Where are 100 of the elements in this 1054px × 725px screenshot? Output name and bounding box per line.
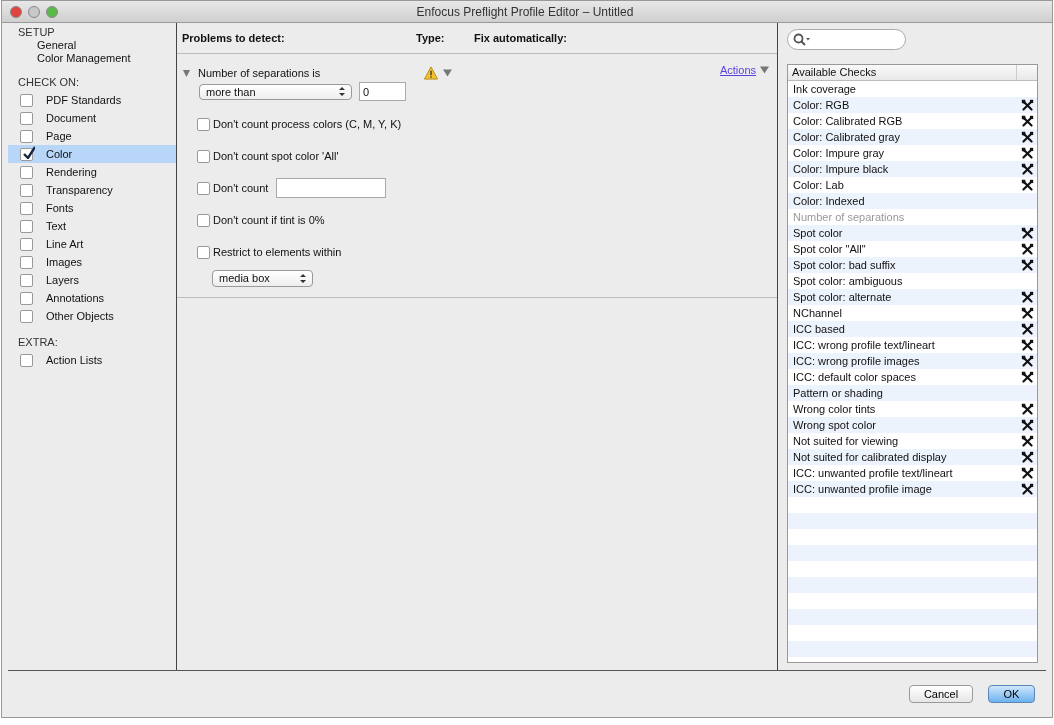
caret-icon — [760, 66, 769, 74]
sidebar-item[interactable]: Color Management — [8, 52, 176, 65]
count-field[interactable]: 0 — [359, 82, 406, 101]
checkbox[interactable] — [20, 111, 33, 125]
check-row[interactable]: ICC based — [788, 321, 1037, 337]
check-row[interactable]: ICC: wrong profile images — [788, 353, 1037, 369]
check-row[interactable]: NChannel — [788, 305, 1037, 321]
checkbox[interactable] — [20, 291, 33, 305]
checkbox[interactable] — [20, 147, 33, 161]
check-name: Wrong color tints — [793, 403, 877, 415]
checkbox[interactable] — [197, 181, 210, 195]
checkbox[interactable] — [197, 149, 210, 163]
check-row[interactable]: Color: Calibrated RGB — [788, 113, 1037, 129]
actions-link[interactable]: Actions — [719, 64, 756, 76]
item-label: Page — [46, 130, 72, 142]
checkbox[interactable] — [20, 255, 33, 269]
check-row[interactable]: Color: Impure gray — [788, 145, 1037, 161]
section-heading: SETUP — [17, 26, 56, 39]
item-label: PDF Standards — [46, 94, 122, 106]
sidebar-item[interactable]: Page — [8, 127, 176, 145]
check-row[interactable]: Spot color — [788, 225, 1037, 241]
check-name: Spot color: alternate — [793, 291, 893, 303]
close-button[interactable] — [10, 5, 22, 18]
search-field[interactable] — [787, 29, 906, 50]
sidebar-item[interactable]: Other Objects — [8, 307, 176, 325]
check-row[interactable]: Spot color: ambiguous — [788, 273, 1037, 289]
ok-button[interactable]: OK — [988, 685, 1035, 703]
check-row[interactable]: Color: Impure black — [788, 161, 1037, 177]
checkbox[interactable] — [197, 245, 210, 259]
sidebar-item[interactable]: Color — [8, 145, 176, 163]
check-row[interactable]: ICC: wrong profile text/lineart — [788, 337, 1037, 353]
section-heading: CHECK ON: — [17, 76, 81, 89]
sidebar-item[interactable]: Line Art — [8, 235, 176, 253]
checkbox[interactable] — [20, 129, 33, 143]
sidebar-item[interactable]: Text — [8, 217, 176, 235]
column-header: Fix automatically: — [474, 32, 567, 44]
check-row[interactable]: Wrong color tints — [788, 401, 1037, 417]
checkbox[interactable] — [20, 309, 33, 323]
zoom-button[interactable] — [46, 5, 58, 18]
caret-icon — [443, 69, 452, 77]
check-row[interactable]: Color: RGB — [788, 97, 1037, 113]
check-name: Spot color: ambiguous — [793, 275, 904, 287]
check-row[interactable]: Color: Calibrated gray — [788, 129, 1037, 145]
check-row[interactable]: Spot color: alternate — [788, 289, 1037, 305]
check-row[interactable]: Spot color "All" — [788, 241, 1037, 257]
checkbox[interactable] — [20, 237, 33, 251]
checkbox[interactable] — [20, 183, 33, 197]
check-name: NChannel — [793, 307, 843, 319]
check-row[interactable]: Spot color: bad suffix — [788, 257, 1037, 273]
check-row[interactable]: Not suited for calibrated display — [788, 449, 1037, 465]
checkbox[interactable] — [197, 117, 210, 131]
sidebar-item[interactable]: Layers — [8, 271, 176, 289]
check-row[interactable]: Color: Indexed — [788, 193, 1037, 209]
sidebar-item[interactable]: Action Lists — [8, 351, 176, 369]
option-label: Don't count process colors (C, M, Y, K) — [213, 118, 402, 130]
sidebar-item[interactable]: Document — [8, 109, 176, 127]
check-name: ICC based — [793, 323, 846, 335]
cancel-button[interactable]: Cancel — [909, 685, 973, 703]
check-name: Color: Impure gray — [793, 147, 886, 159]
check-row[interactable]: ICC: unwanted profile image — [788, 481, 1037, 497]
check-row[interactable]: Ink coverage — [788, 81, 1037, 97]
check-row[interactable]: ICC: unwanted profile text/lineart — [788, 465, 1037, 481]
checkbox[interactable] — [20, 201, 33, 215]
sidebar-item[interactable]: PDF Standards — [8, 91, 176, 109]
check-name: Color: Impure black — [793, 163, 890, 175]
check-name: ICC: wrong profile images — [793, 355, 921, 367]
checkbox[interactable] — [20, 273, 33, 287]
checkmark-icon — [21, 144, 35, 159]
check-name: Ink coverage — [793, 83, 857, 95]
minimize-button[interactable] — [28, 5, 40, 18]
box-dropdown[interactable]: media box — [212, 269, 313, 287]
sidebar-item[interactable]: Rendering — [8, 163, 176, 181]
check-row[interactable]: Color: Lab — [788, 177, 1037, 193]
check-name: Color: Calibrated gray — [793, 131, 901, 143]
item-label: Layers — [46, 274, 80, 286]
item-label: Transparency — [46, 184, 113, 196]
comparison-dropdown[interactable]: more than — [199, 83, 352, 100]
checkbox[interactable] — [197, 213, 210, 227]
item-label: Document — [46, 112, 97, 124]
sidebar-item[interactable]: Transparency — [8, 181, 176, 199]
check-row[interactable]: ICC: default color spaces — [788, 369, 1037, 385]
sidebar-item[interactable]: Images — [8, 253, 176, 271]
item-label: Rendering — [46, 166, 97, 178]
sidebar-item[interactable]: Annotations — [8, 289, 176, 307]
sidebar-item[interactable]: Fonts — [8, 199, 176, 217]
item-label: Action Lists — [46, 354, 103, 366]
check-name: ICC: default color spaces — [793, 371, 917, 383]
text-field[interactable] — [276, 178, 387, 198]
checkbox[interactable] — [20, 93, 33, 107]
sidebar-item[interactable]: General — [8, 39, 176, 52]
checkbox[interactable] — [20, 165, 33, 179]
window-title: Enfocus Preflight Profile Editor – Untitled — [415, 4, 635, 19]
checkbox[interactable] — [20, 353, 33, 367]
item-label: Color — [46, 148, 73, 160]
check-row[interactable]: Not suited for viewing — [788, 433, 1037, 449]
warning-icon — [423, 66, 439, 80]
item-label: Fonts — [46, 202, 74, 214]
check-row[interactable]: Wrong spot color — [788, 417, 1037, 433]
checkbox[interactable] — [20, 219, 33, 233]
check-row[interactable]: Pattern or shading — [788, 385, 1037, 401]
